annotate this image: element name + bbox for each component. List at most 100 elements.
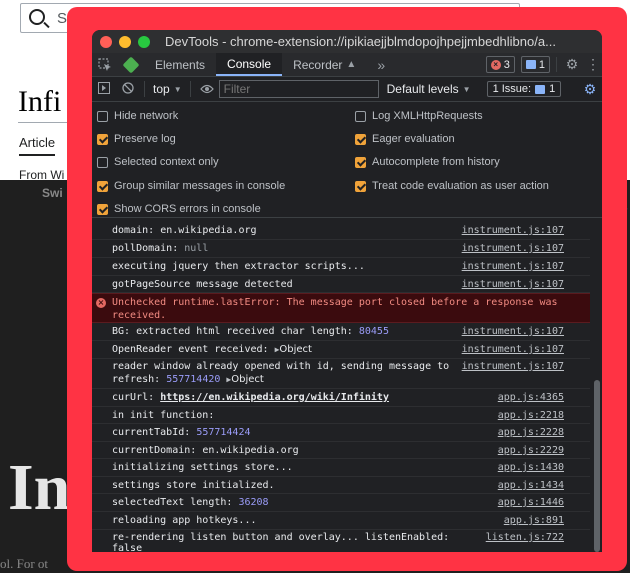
option-eager-eval[interactable]: Eager evaluation xyxy=(355,133,455,145)
log-row: re-rendering listen button and overlay..… xyxy=(92,530,590,552)
log-row: domain: en.wikipedia.org instrument.js:1… xyxy=(92,222,590,240)
log-source-link[interactable]: app.js:2229 xyxy=(498,445,564,456)
option-selected-context[interactable]: Selected context only xyxy=(97,156,219,168)
log-message: currentDomain: en.wikipedia.org xyxy=(112,445,299,456)
option-hide-network[interactable]: Hide network xyxy=(97,110,178,122)
inspect-element-icon[interactable] xyxy=(92,53,118,76)
log-source-link[interactable]: instrument.js:107 xyxy=(462,243,564,254)
gear-icon[interactable]: ⚙ xyxy=(560,53,584,76)
console-log: domain: en.wikipedia.org instrument.js:1… xyxy=(92,220,602,552)
console-scrollbar[interactable] xyxy=(594,220,600,552)
eager-eval-checkbox[interactable] xyxy=(355,133,366,145)
log-source-link[interactable]: instrument.js:107 xyxy=(462,279,564,290)
message-icon xyxy=(525,60,536,69)
log-row: currentDomain: en.wikipedia.org app.js:2… xyxy=(92,442,590,459)
log-source-link[interactable]: listen.js:722 xyxy=(486,532,564,543)
chevron-down-icon: ▼ xyxy=(462,84,471,94)
option-log-xhr[interactable]: Log XMLHttpRequests xyxy=(355,110,483,122)
live-expression-eye-icon[interactable] xyxy=(195,82,219,97)
kebab-menu-icon[interactable]: ⋮ xyxy=(584,53,602,76)
log-source-link[interactable]: app.js:4365 xyxy=(498,392,564,403)
option-group-similar[interactable]: Group similar messages in console xyxy=(97,180,285,192)
option-treat-code[interactable]: Treat code evaluation as user action xyxy=(355,180,549,192)
reader-switch-label[interactable]: Swi xyxy=(42,186,63,200)
log-source-link[interactable]: app.js:891 xyxy=(504,515,564,526)
log-source-link[interactable]: instrument.js:107 xyxy=(462,261,564,272)
reader-big-title: In xyxy=(8,451,71,524)
console-settings-panel: Hide network Log XMLHttpRequests Preserv… xyxy=(92,102,602,218)
error-count-badge[interactable]: × 3 xyxy=(485,56,515,73)
log-error-row: × Unchecked runtime.lastError: The messa… xyxy=(92,293,590,323)
option-autocomplete[interactable]: Autocomplete from history xyxy=(355,156,500,168)
autocomplete-label: Autocomplete from history xyxy=(372,156,500,168)
log-message: selectedText length: 36208 xyxy=(112,497,269,508)
show-cors-label: Show CORS errors in console xyxy=(114,203,261,215)
option-preserve-log[interactable]: Preserve log xyxy=(97,133,176,145)
tab-console[interactable]: Console xyxy=(216,53,283,76)
devtools-window: DevTools - chrome-extension://ipikiaejjb… xyxy=(92,30,602,552)
wiki-tab-article[interactable]: Article xyxy=(19,135,56,156)
treat-code-checkbox[interactable] xyxy=(355,180,366,192)
eager-eval-label: Eager evaluation xyxy=(372,133,455,145)
log-source-link[interactable]: app.js:2228 xyxy=(498,427,564,438)
clear-console-icon[interactable] xyxy=(116,81,140,97)
sidebar-toggle-icon[interactable] xyxy=(92,81,116,97)
reader-bottom-text: ol. For ot xyxy=(0,556,49,571)
object-preview[interactable]: Object xyxy=(231,374,264,385)
issues-button[interactable]: 1 Issue: 1 xyxy=(486,81,562,97)
log-row: gotPageSource message detected instrumen… xyxy=(92,276,590,293)
selected-context-checkbox[interactable] xyxy=(97,156,108,168)
log-message: domain: en.wikipedia.org xyxy=(112,225,257,236)
devtools-tabbar: Elements Console Recorder ▲ » × 3 1 ⚙ ⋮ xyxy=(92,53,602,77)
context-selector[interactable]: top ▼ xyxy=(149,82,186,96)
wiki-article-title: Infi xyxy=(18,85,62,118)
log-row: initializing settings store... app.js:14… xyxy=(92,459,590,477)
close-window-button[interactable] xyxy=(100,35,112,48)
hide-network-label: Hide network xyxy=(114,110,179,122)
log-source-link[interactable]: app.js:1430 xyxy=(498,462,564,473)
log-xhr-checkbox[interactable] xyxy=(355,110,366,122)
flask-icon: ▲ xyxy=(346,59,357,70)
show-cors-checkbox[interactable] xyxy=(97,203,108,215)
more-tabs-button[interactable]: » xyxy=(367,53,395,76)
log-message: reloading app hotkeys... xyxy=(112,515,257,526)
selected-context-label: Selected context only xyxy=(114,156,219,168)
object-preview[interactable]: Object xyxy=(279,344,312,355)
log-message: BG: extracted html received char length:… xyxy=(112,326,389,337)
hide-network-checkbox[interactable] xyxy=(97,110,108,122)
log-value-false: false xyxy=(112,543,143,552)
console-settings-gear-icon[interactable]: ⚙ xyxy=(578,81,602,98)
option-show-cors[interactable]: Show CORS errors in console xyxy=(97,203,261,215)
tab-recorder-label: Recorder xyxy=(293,57,343,72)
log-source-link[interactable]: app.js:2218 xyxy=(498,410,564,421)
device-toolbar-icon[interactable] xyxy=(118,53,144,76)
tab-elements[interactable]: Elements xyxy=(144,53,216,76)
log-source-link[interactable]: instrument.js:107 xyxy=(462,361,564,372)
console-filter-input[interactable] xyxy=(218,80,379,98)
minimize-window-button[interactable] xyxy=(119,35,131,48)
group-similar-checkbox[interactable] xyxy=(97,180,108,192)
toolbar-divider xyxy=(144,81,145,97)
tab-recorder[interactable]: Recorder ▲ xyxy=(282,53,367,76)
log-message: executing jquery then extractor scripts.… xyxy=(112,261,365,272)
preserve-log-label: Preserve log xyxy=(114,133,176,145)
log-message: curUrl: https://en.wikipedia.org/wiki/In… xyxy=(112,392,389,403)
zoom-window-button[interactable] xyxy=(138,35,150,48)
log-source-link[interactable]: app.js:1446 xyxy=(498,497,564,508)
issue-icon xyxy=(535,84,546,94)
log-levels-dropdown[interactable]: Default levels ▼ xyxy=(387,82,471,96)
autocomplete-checkbox[interactable] xyxy=(355,156,366,168)
log-source-link[interactable]: instrument.js:107 xyxy=(462,326,564,337)
scrollbar-thumb[interactable] xyxy=(594,380,600,552)
log-source-link[interactable]: app.js:1434 xyxy=(498,480,564,491)
log-url-link[interactable]: https://en.wikipedia.org/wiki/Infinity xyxy=(160,392,389,403)
preserve-log-checkbox[interactable] xyxy=(97,133,108,145)
log-source-link[interactable]: instrument.js:107 xyxy=(462,344,564,355)
log-source-link[interactable]: instrument.js:107 xyxy=(462,225,564,236)
log-row: OpenReader event received: ▶Object instr… xyxy=(92,341,590,359)
message-count-badge[interactable]: 1 xyxy=(520,56,550,73)
error-icon: × xyxy=(96,298,106,308)
log-row: settings store initialized. app.js:1434 xyxy=(92,477,590,494)
log-message: in init function: xyxy=(112,410,215,421)
log-row: executing jquery then extractor scripts.… xyxy=(92,258,590,276)
